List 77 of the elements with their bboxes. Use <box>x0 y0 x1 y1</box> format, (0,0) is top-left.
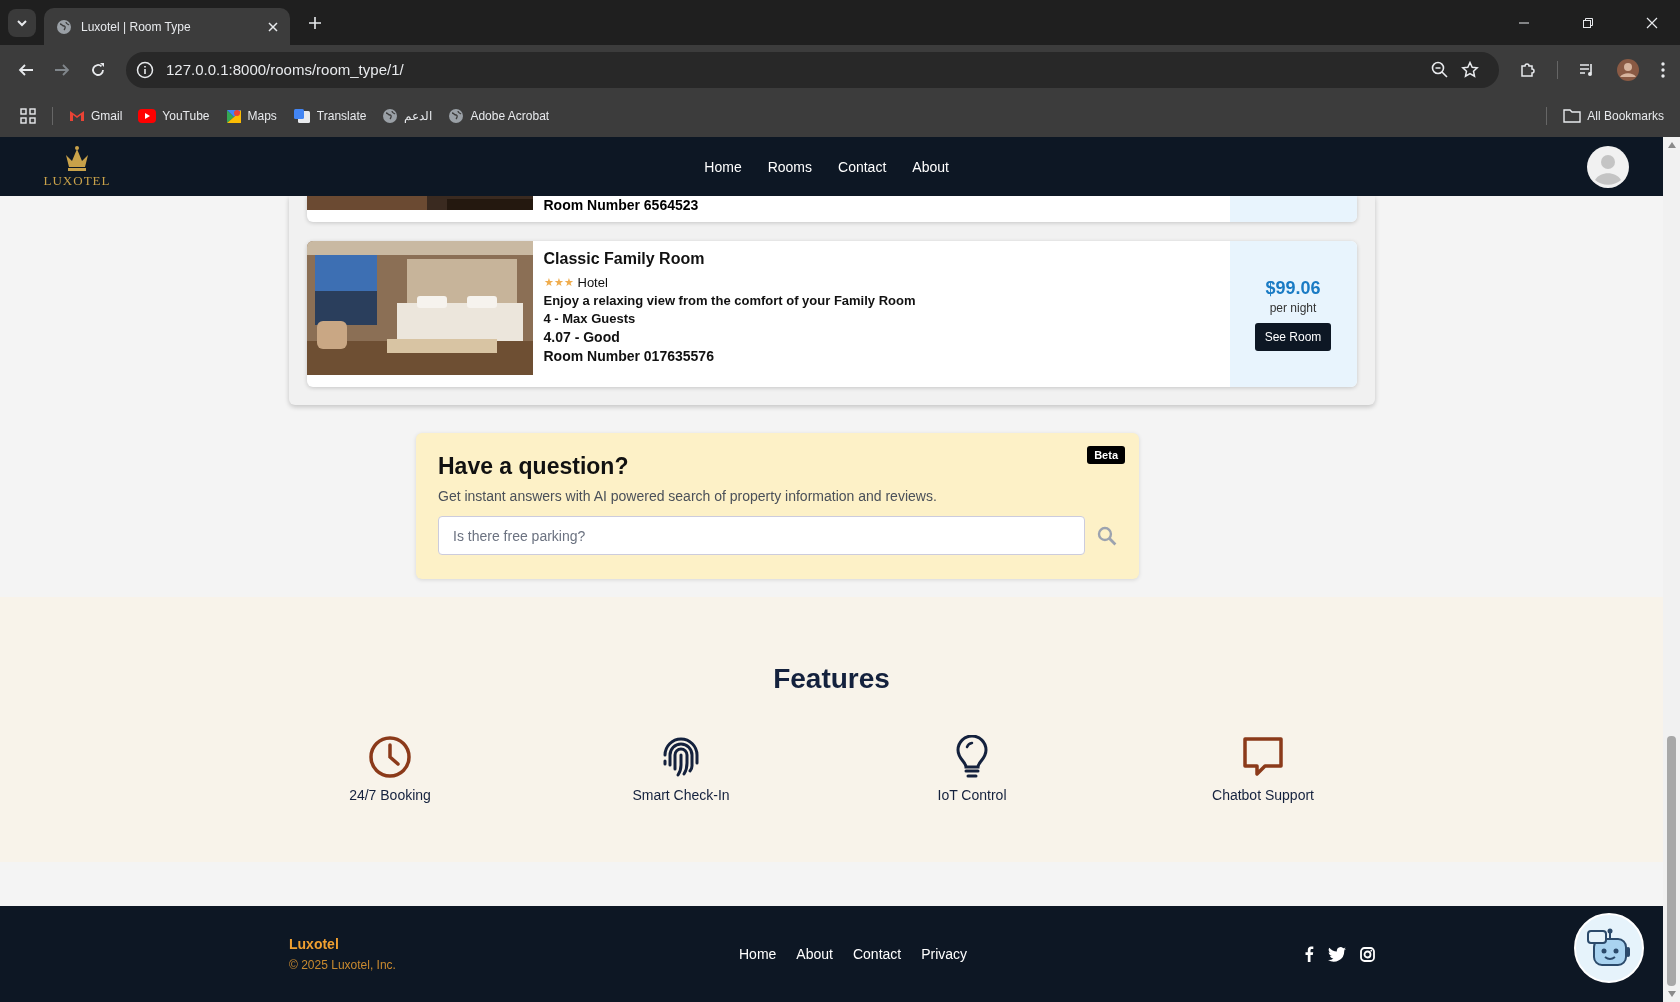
room-number: Room Number 017635576 <box>543 348 715 364</box>
forward-icon[interactable] <box>54 61 70 78</box>
copyright-text: © 2025 Luxotel, Inc. <box>289 958 397 972</box>
folder-icon <box>1563 108 1582 123</box>
rating-text: 4.07 - Good <box>543 329 621 345</box>
clock-icon <box>368 735 412 779</box>
room-number: Room Number 6564523 <box>543 197 699 213</box>
features-title: Features <box>773 663 890 695</box>
footer-link[interactable]: About <box>796 946 833 962</box>
speech-bubble-icon <box>1241 735 1285 779</box>
scroll-down-icon[interactable] <box>1666 990 1677 998</box>
globe-icon <box>382 107 399 124</box>
scroll-up-icon[interactable] <box>1666 141 1677 149</box>
footer-link[interactable]: Contact <box>852 946 902 962</box>
lightbulb-icon <box>955 735 989 779</box>
category-label: Hotel <box>577 275 608 290</box>
bookmark-link[interactable]: Adobe Acrobat <box>448 107 550 124</box>
see-room-button[interactable]: See Room <box>1254 322 1332 351</box>
close-icon[interactable] <box>1646 16 1658 29</box>
menu-icon[interactable] <box>1660 60 1666 79</box>
globe-icon <box>448 107 465 124</box>
chatbot-robot-icon[interactable] <box>1574 913 1644 983</box>
question-subtitle: Get instant answers with AI powered search of property information and reviews. <box>438 488 938 504</box>
map-icon <box>225 107 242 124</box>
scrollbar-thumb[interactable] <box>1667 736 1676 986</box>
price: $99.06 <box>1265 277 1321 299</box>
nav-link[interactable]: Rooms <box>767 158 813 175</box>
apps-icon[interactable] <box>20 107 36 124</box>
bookmark-link[interactable]: Gmail <box>69 107 123 124</box>
new-tab-icon[interactable] <box>308 15 322 30</box>
room-description: Enjoy a relaxing view from the comfort of your Family Room <box>543 293 917 308</box>
url-text: 127.0.0.1:8000/rooms/room_type/1/ <box>166 61 404 78</box>
feature-label: 24/7 Booking <box>349 787 431 803</box>
puzzle-icon[interactable] <box>1519 60 1537 79</box>
nav-link[interactable]: About <box>912 158 949 175</box>
address-bar[interactable]: 127.0.0.1:8000/rooms/room_type/1/ <box>126 51 1499 88</box>
feature-label: IoT Control <box>937 787 1007 803</box>
bookmark-link[interactable]: YouTube <box>138 108 210 123</box>
question-input[interactable]: Is there free parking? <box>438 516 1086 555</box>
star-icon[interactable] <box>1461 60 1479 79</box>
caret-icon <box>16 18 28 27</box>
logo-text: LUXOTEL <box>43 172 111 189</box>
bookmark-link[interactable]: Maps <box>225 107 277 124</box>
bookmark-link[interactable]: Translate <box>292 107 367 124</box>
star-rating: ★★★ <box>543 276 574 289</box>
beta-badge: Beta <box>1087 446 1125 464</box>
globe-icon <box>56 18 72 35</box>
tab-title: Luxotel | Room Type <box>81 19 192 34</box>
nav-link[interactable]: Home <box>704 158 742 175</box>
play-icon <box>138 108 157 123</box>
bookmark-link[interactable]: الدعم <box>382 107 433 124</box>
translate-icon <box>292 107 311 124</box>
guest-count: 4 - Max Guests <box>543 311 637 326</box>
footer-brand: Luxotel <box>289 936 340 952</box>
restore-icon[interactable] <box>1582 16 1594 29</box>
question-title: Have a question? <box>438 453 629 480</box>
footer-link[interactable]: Privacy <box>921 946 968 962</box>
feature-label: Chatbot Support <box>1212 787 1314 803</box>
tab-search-button[interactable] <box>8 8 36 37</box>
instagram-icon[interactable] <box>1360 946 1375 962</box>
room-name: Classic Family Room <box>543 250 706 268</box>
facebook-icon[interactable] <box>1304 946 1314 962</box>
info-icon[interactable] <box>136 60 154 79</box>
profile-avatar-icon[interactable] <box>1616 57 1640 82</box>
browser-tab[interactable]: Luxotel | Room Type <box>44 8 290 45</box>
price-unit: per night <box>1269 300 1317 315</box>
back-icon[interactable] <box>18 61 34 78</box>
feature-label: Smart Check-In <box>632 787 730 803</box>
zoom-out-icon[interactable] <box>1431 60 1449 79</box>
all-bookmarks-button[interactable]: All Bookmarks <box>1563 108 1664 123</box>
twitter-icon[interactable] <box>1328 946 1346 962</box>
nav-link[interactable]: Contact <box>838 158 887 175</box>
close-icon[interactable] <box>268 21 278 32</box>
scrollbar[interactable] <box>1663 137 1680 1002</box>
reload-icon[interactable] <box>90 61 106 78</box>
user-avatar-icon[interactable] <box>1587 145 1629 188</box>
footer-link[interactable]: Home <box>739 946 777 962</box>
